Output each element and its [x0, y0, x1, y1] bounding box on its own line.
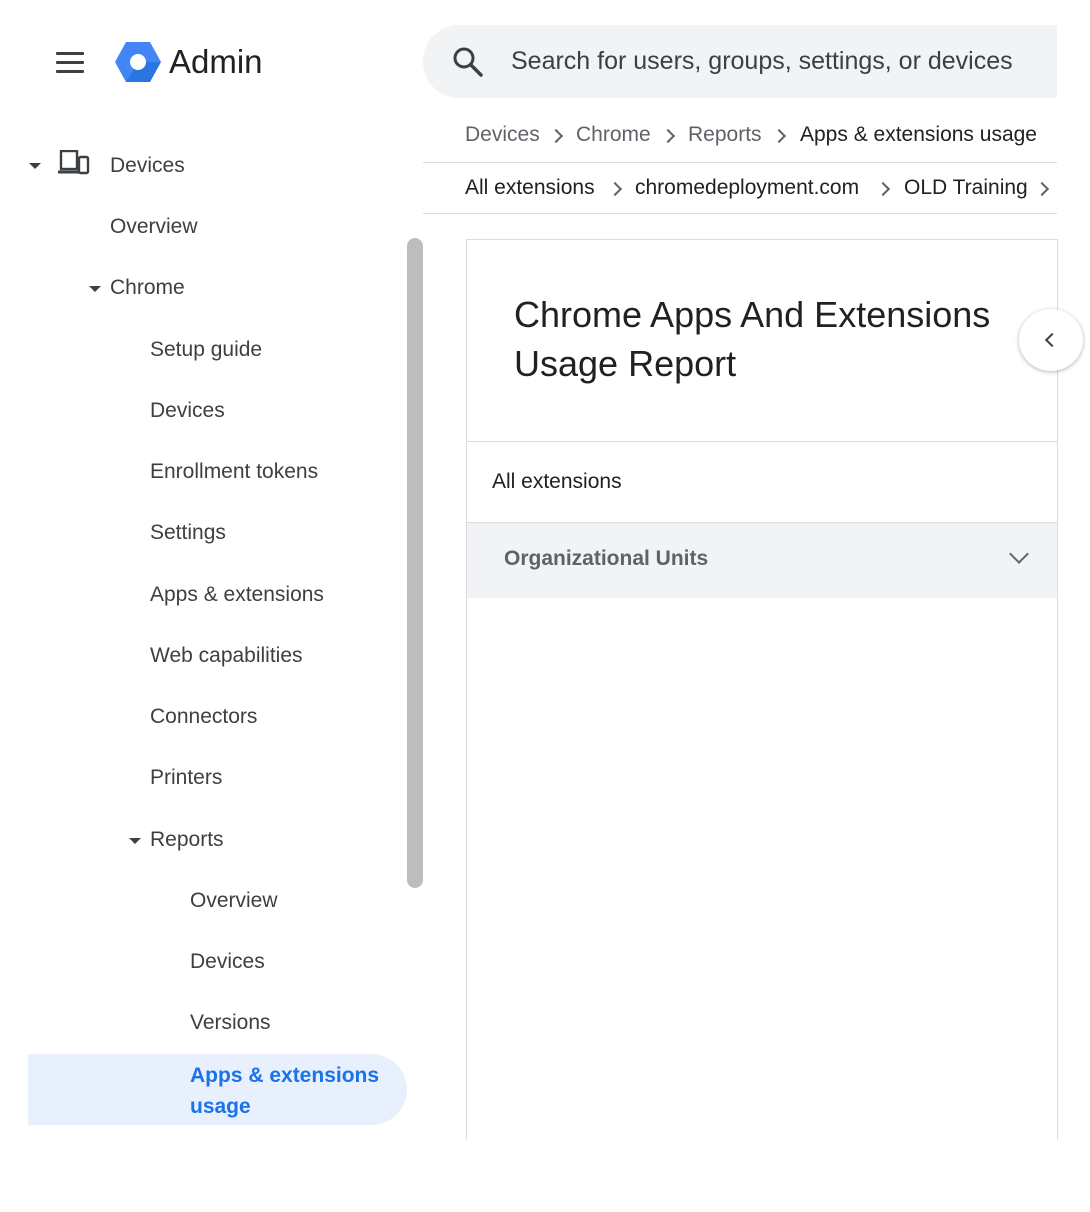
chevron-right-icon [1034, 181, 1050, 197]
chevron-right-icon [875, 181, 891, 197]
sidebar-active-label-line1: Apps & extensions [190, 1064, 380, 1087]
devices-icon [58, 150, 90, 175]
page-title: Chrome Apps And Extensions Usage Report [514, 290, 1034, 388]
chrome-expand-icon[interactable] [89, 286, 101, 292]
sidebar-item-web-capabilities[interactable]: Web capabilities [150, 642, 303, 670]
divider [467, 441, 1057, 442]
sub-breadcrumb: All extensions chromedeployment.com OLD … [423, 163, 1057, 214]
search-icon[interactable] [451, 45, 485, 79]
all-extensions-filter[interactable]: All extensions [492, 470, 622, 494]
sidebar-item-enrollment-tokens[interactable]: Enrollment tokens [150, 458, 318, 486]
sidebar-item-connectors[interactable]: Connectors [150, 703, 257, 731]
breadcrumb-current: Apps & extensions usage [800, 123, 1037, 146]
breadcrumb-chrome[interactable]: Chrome [576, 121, 651, 149]
sidebar-item-settings[interactable]: Settings [150, 519, 226, 547]
sidebar-item-apps-extensions-usage[interactable]: Apps & extensions usage [190, 1060, 390, 1122]
sidebar-item-setup-guide[interactable]: Setup guide [150, 336, 262, 364]
main-menu-button[interactable] [50, 42, 90, 82]
collapse-panel-button[interactable] [1019, 309, 1083, 371]
chevron-right-icon [548, 128, 564, 144]
reports-expand-icon[interactable] [129, 838, 141, 844]
sidebar-item-chrome-devices[interactable]: Devices [150, 397, 225, 425]
breadcrumb: Devices Chrome Reports Apps & extensions… [423, 110, 1057, 163]
search-bar[interactable] [423, 25, 1057, 98]
chevron-down-icon [1009, 544, 1029, 564]
sidebar-scrollbar[interactable] [407, 238, 423, 888]
page-title-line2: Usage Report [514, 343, 737, 384]
sub-breadcrumb-all-extensions[interactable]: All extensions [465, 174, 595, 202]
chevron-right-icon [660, 128, 676, 144]
sidebar-item-chrome[interactable]: Chrome [110, 274, 185, 302]
sub-breadcrumb-ou[interactable]: OLD Training [904, 174, 1028, 202]
sidebar-item-printers[interactable]: Printers [150, 764, 222, 792]
sidebar-item-overview[interactable]: Overview [110, 213, 198, 241]
breadcrumb-reports[interactable]: Reports [688, 121, 762, 149]
app-title[interactable]: Admin [169, 40, 263, 84]
sidebar-active-label-line2: usage [190, 1095, 251, 1118]
chevron-right-icon [607, 181, 623, 197]
breadcrumb-devices[interactable]: Devices [465, 121, 540, 149]
sidebar-item-apps-extensions[interactable]: Apps & extensions [150, 581, 324, 609]
sidebar-item-devices[interactable]: Devices [110, 152, 185, 180]
sidebar-item-reports-versions[interactable]: Versions [190, 1009, 271, 1037]
page-title-line1: Chrome Apps And Extensions [514, 294, 991, 335]
sidebar-item-reports[interactable]: Reports [150, 826, 224, 854]
search-input[interactable] [511, 25, 1051, 98]
admin-logo-icon [115, 42, 161, 82]
chevron-right-icon [771, 128, 787, 144]
devices-expand-icon[interactable] [29, 163, 41, 169]
menu-icon [56, 52, 84, 55]
sidebar-item-reports-devices[interactable]: Devices [190, 948, 265, 976]
sub-breadcrumb-domain[interactable]: chromedeployment.com [635, 174, 859, 202]
org-units-dropdown[interactable]: Organizational Units [467, 522, 1057, 598]
sidebar-item-reports-overview[interactable]: Overview [190, 887, 278, 915]
chevron-left-icon [1044, 332, 1060, 348]
report-card: Chrome Apps And Extensions Usage Report … [466, 239, 1058, 1140]
org-units-label: Organizational Units [504, 547, 709, 570]
